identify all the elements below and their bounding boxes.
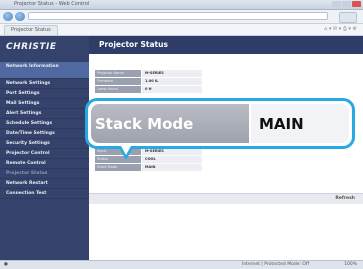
sidebar-item-connection-test[interactable]: Connection Test — [0, 189, 89, 199]
browser-tab[interactable]: Projector Status — [4, 25, 58, 36]
row-value: COOL — [142, 156, 202, 163]
window-titlebar: Projector Status - Web Control — [0, 0, 363, 10]
url-input[interactable] — [28, 12, 328, 20]
zoom-level[interactable]: 100% — [344, 262, 357, 267]
forward-icon[interactable] — [15, 12, 25, 21]
security-zone: Internet | Protected Mode: Off — [242, 262, 310, 267]
sidebar-item-port-settings[interactable]: Port Settings — [0, 89, 89, 99]
callout-pointer-inner — [121, 146, 131, 155]
table-row: Lamp Hours 0 H — [95, 86, 202, 93]
row-value: MAIN — [142, 164, 202, 171]
sidebar-item-projector-control[interactable]: Projector Control — [0, 149, 89, 159]
sidebar-item-remote-control[interactable]: Remote Control — [0, 159, 89, 169]
callout-label: Stack Mode — [95, 115, 194, 133]
go-button[interactable] — [339, 12, 357, 23]
back-icon[interactable] — [3, 12, 13, 21]
refresh-bar: Refresh — [89, 193, 363, 204]
row-key: Stack Mode — [95, 164, 141, 171]
row-key: Lamp Hours — [95, 86, 141, 93]
row-value: M-SERIES — [142, 70, 202, 77]
callout-value-cell: MAIN — [251, 104, 349, 143]
status-done-icon: ● — [4, 262, 8, 267]
minimize-button[interactable] — [332, 1, 341, 7]
browser-toolbar: Projector Status ⌂ ▾ ✉ ▾ ⎙ ▾ ⚙ — [0, 24, 363, 36]
status-table-top: Projector Name M-SERIES Firmware 1.00 IL… — [95, 70, 202, 94]
sidebar-item-mail-settings[interactable]: Mail Settings — [0, 99, 89, 109]
window-title: Projector Status - Web Control — [14, 1, 90, 7]
sidebar-item-network-settings[interactable]: Network Settings — [0, 79, 89, 89]
table-row: Projector Name M-SERIES — [95, 70, 202, 77]
page-title-bar: Projector Status — [89, 36, 363, 54]
sidebar-item-network-information[interactable]: Network Information — [0, 62, 89, 79]
row-key: Projector Name — [95, 70, 141, 77]
callout-label-cell: Stack Mode — [91, 104, 249, 143]
callout-value: MAIN — [259, 115, 304, 133]
sidebar-menu: Network Information Network Settings Por… — [0, 62, 89, 199]
tools-icon[interactable]: ⌂ ▾ ✉ ▾ ⎙ ▾ ⚙ — [324, 26, 357, 32]
table-row: Firmware 1.00 IL — [95, 78, 202, 85]
sidebar-item-security-settings[interactable]: Security Settings — [0, 139, 89, 149]
sidebar-item-network-restart[interactable]: Network Restart — [0, 179, 89, 189]
row-key: Firmware — [95, 78, 141, 85]
status-table-bottom: Input M-SERIES Status COOL Stack Mode MA… — [95, 148, 202, 172]
page-title: Projector Status — [99, 40, 168, 49]
christie-logo: CHRISTIE — [6, 42, 57, 52]
sidebar-item-schedule-settings[interactable]: Schedule Settings — [0, 119, 89, 129]
close-button[interactable] — [352, 1, 361, 7]
sidebar: CHRISTIE Network Information Network Set… — [0, 36, 89, 260]
address-bar — [0, 10, 363, 24]
row-value: 0 H — [142, 86, 202, 93]
sidebar-item-alert-settings[interactable]: Alert Settings — [0, 109, 89, 119]
table-row: Stack Mode MAIN — [95, 164, 202, 171]
table-row: Input M-SERIES — [95, 148, 202, 155]
table-row: Status COOL — [95, 156, 202, 163]
row-value: M-SERIES — [142, 148, 202, 155]
sidebar-item-projector-status[interactable]: Projector Status — [0, 169, 89, 179]
maximize-button[interactable] — [342, 1, 351, 7]
refresh-button[interactable]: Refresh — [335, 196, 355, 201]
stack-mode-callout: Stack Mode MAIN — [85, 98, 355, 149]
sidebar-item-date-time-settings[interactable]: Date/Time Settings — [0, 129, 89, 139]
row-value: 1.00 IL — [142, 78, 202, 85]
